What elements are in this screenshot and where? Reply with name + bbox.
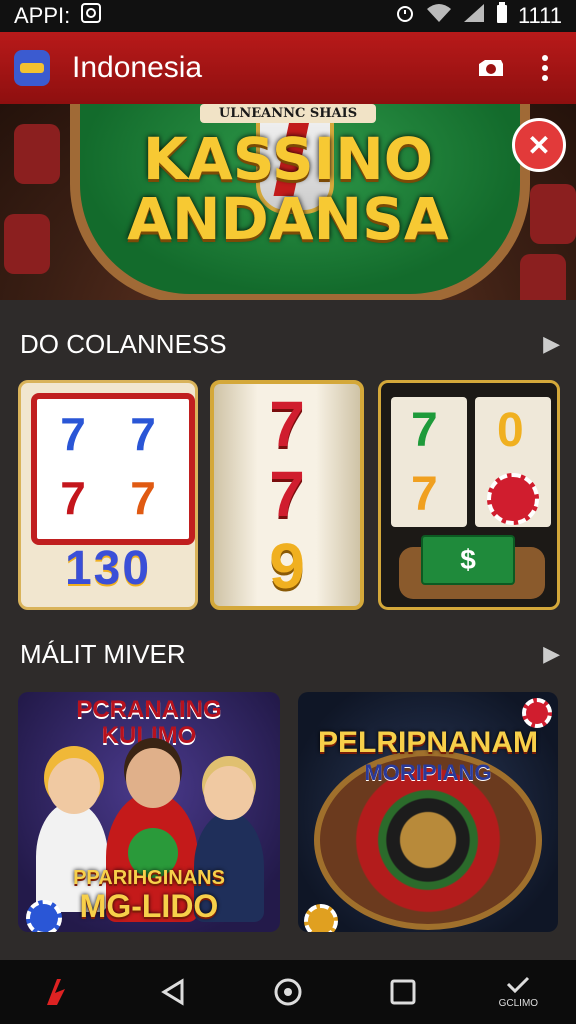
promo-subtitle-top: KULIMO: [101, 722, 197, 749]
slot-symbol: 7: [60, 472, 86, 524]
app-logo-icon[interactable]: [14, 50, 50, 86]
alarm-icon: [394, 2, 416, 30]
camera-icon[interactable]: [474, 51, 508, 85]
hero-title-line1: KASSINO: [142, 125, 434, 193]
recent-apps-icon[interactable]: [373, 967, 433, 1017]
status-bar: APPI: 1111: [0, 0, 576, 32]
poker-chip-icon: [304, 904, 338, 932]
slot-reel: 7 7: [391, 397, 467, 527]
app-brand-icon[interactable]: [28, 967, 88, 1017]
battery-icon: [496, 2, 508, 30]
slot-game-tile[interactable]: 7 7 7 7 130: [18, 380, 198, 610]
section-header-slots[interactable]: DO COLANNESS ▶: [20, 326, 560, 362]
slot-symbol: 7: [60, 408, 86, 460]
chevron-right-icon[interactable]: ▶: [543, 331, 560, 357]
chair-image: [520, 254, 566, 300]
slot-reel-frame: 7 7 7 7: [31, 393, 195, 545]
promo-game-tile[interactable]: PELRIPNANAM MORIPIANG: [298, 692, 558, 932]
promo-game-tile[interactable]: PCRANAING KULIMO PPARIHGINANS MG-LIDO: [18, 692, 280, 932]
slot-reel: 0: [475, 397, 551, 527]
slot-symbol: 9: [269, 530, 305, 602]
slot-jackpot-number: 130: [64, 542, 152, 595]
more-options-icon[interactable]: [528, 51, 562, 85]
wifi-icon: [426, 3, 452, 29]
section-title: DO COLANNESS: [20, 328, 227, 359]
check-mark-icon: [507, 976, 530, 993]
hero-title-line2: ANDANSA: [127, 185, 449, 253]
app-shortcut-button[interactable]: GCLIMO: [488, 967, 548, 1017]
character-image: [204, 766, 254, 820]
app-title: Indonesia: [72, 51, 203, 84]
system-nav-bar: GCLIMO: [0, 960, 576, 1024]
slot-game-tile[interactable]: 7 7 0 $: [378, 380, 560, 610]
promo-title-top: PCRANAING: [76, 696, 222, 723]
hero-badge-text: ULNEANNC SHAIS: [200, 104, 376, 123]
hero-title: KASSINO ANDANSA: [0, 130, 576, 248]
cash-bill-icon: $: [421, 535, 515, 585]
screenshot-icon: [80, 2, 102, 30]
slot-symbol: 7: [411, 468, 438, 521]
signal-icon: [462, 3, 486, 29]
app-shortcut-label: GCLIMO: [498, 997, 539, 1009]
section-header-promos[interactable]: MÁLIT MIVER ▶: [20, 636, 560, 672]
slot-game-tile[interactable]: 7 7 9: [210, 380, 364, 610]
slot-symbol: 7: [411, 404, 438, 457]
poker-chip-icon: [487, 473, 539, 525]
hero-banner[interactable]: ULNEANNC SHAIS KASSINO ANDANSA ✕: [0, 104, 576, 300]
character-image: [48, 758, 100, 814]
section-title: MÁLIT MIVER: [20, 638, 186, 669]
slot-symbol: 7: [269, 458, 305, 530]
promo-subtitle: MORIPIANG: [364, 760, 492, 785]
slot-symbol: 7: [269, 388, 305, 460]
poker-chip-icon: [26, 900, 62, 932]
chevron-right-icon[interactable]: ▶: [543, 641, 560, 667]
slot-symbol: 7: [130, 408, 156, 460]
back-icon[interactable]: [143, 967, 203, 1017]
promo-title-bottom: PPARIHGINANS: [73, 867, 225, 889]
character-image: [126, 748, 180, 808]
clock: 1111: [517, 3, 562, 28]
poker-chip-icon: [522, 698, 552, 728]
slot-symbol: 7: [130, 472, 156, 524]
slot-symbol: 0: [497, 404, 524, 457]
promo-title: PELRIPNANAM: [317, 726, 538, 759]
close-icon[interactable]: ✕: [512, 118, 566, 172]
carrier-label: APPI:: [14, 3, 71, 28]
home-icon[interactable]: [258, 967, 318, 1017]
app-bar: Indonesia: [0, 32, 576, 104]
